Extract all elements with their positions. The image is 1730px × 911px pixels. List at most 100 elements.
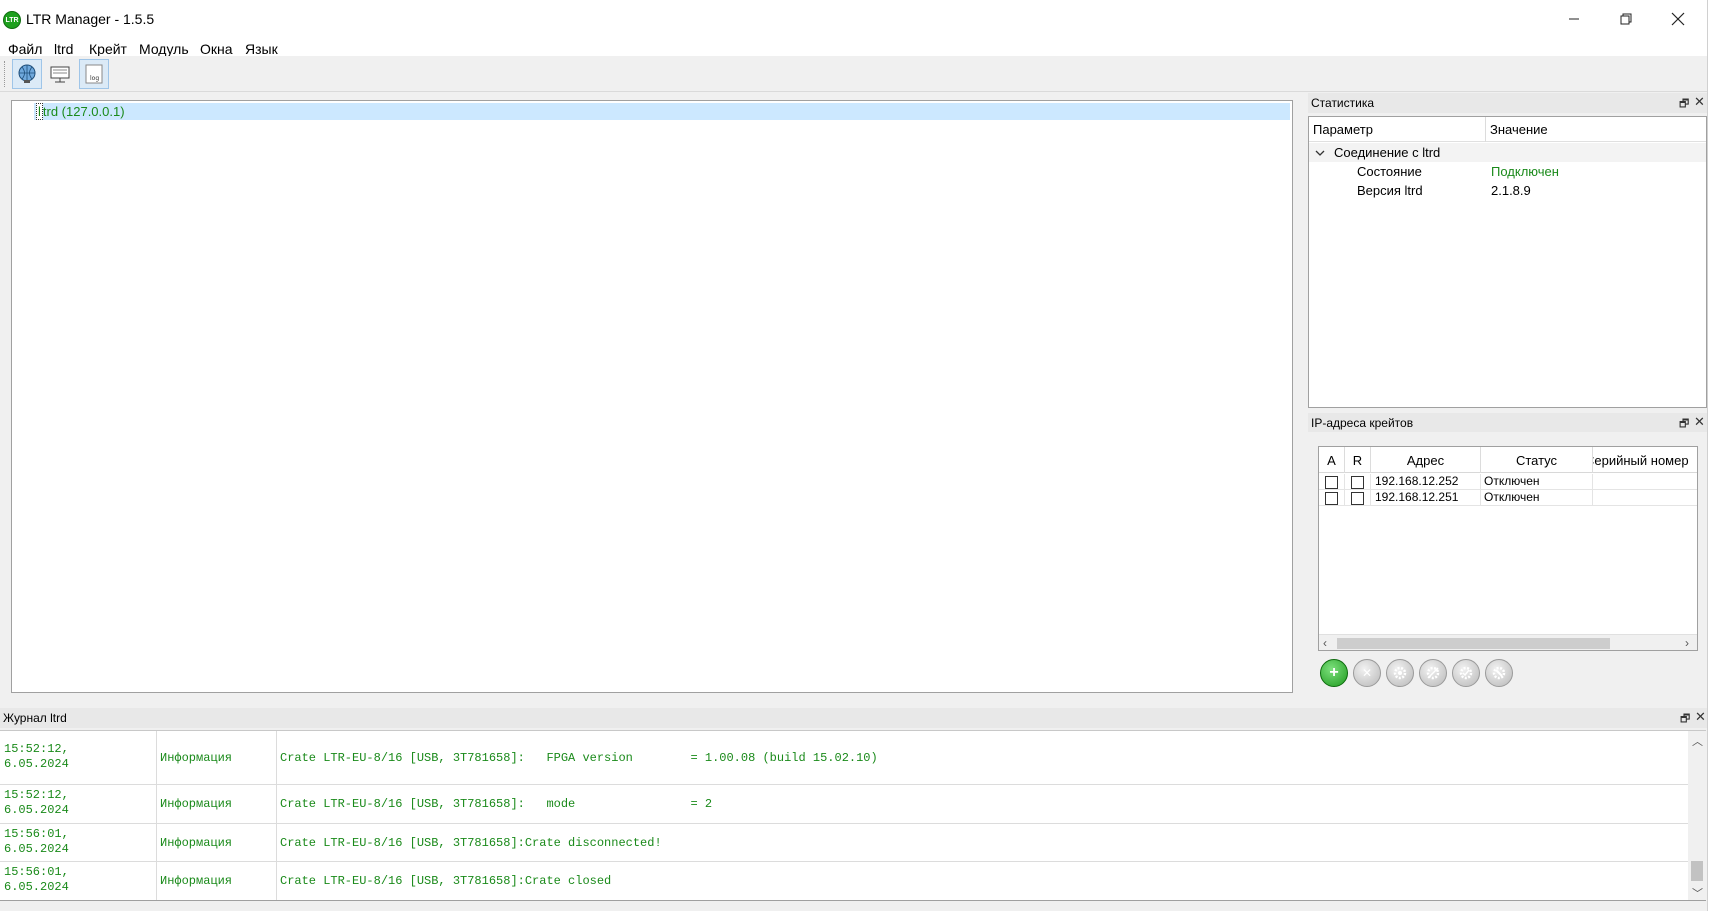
log-title: Журнал ltrd xyxy=(3,711,67,725)
tree-item-ltrd[interactable]: l trd (127.0.0.1) xyxy=(34,103,1290,120)
col-address[interactable]: Адрес xyxy=(1371,447,1481,473)
minimize-icon xyxy=(1569,18,1579,20)
log-time: 15:56:01, 6.05.2024 xyxy=(4,827,69,856)
ltrd-tree-panel[interactable]: l trd (127.0.0.1) xyxy=(11,100,1293,693)
dock-close-icon[interactable]: ✕ xyxy=(1695,709,1706,725)
crates-view-button[interactable] xyxy=(45,59,75,89)
col-status[interactable]: Статус xyxy=(1481,447,1593,473)
auto-checkbox[interactable] xyxy=(1325,476,1338,489)
scrollbar-thumb[interactable] xyxy=(1691,861,1703,881)
connect-crate-button[interactable] xyxy=(1386,659,1414,687)
menu-file[interactable]: Файл xyxy=(8,41,42,57)
scrollbar-thumb[interactable] xyxy=(1337,638,1610,649)
menu-language[interactable]: Язык xyxy=(245,41,278,57)
remove-icon: ✕ xyxy=(1361,666,1373,680)
col-auto[interactable]: A xyxy=(1319,447,1345,473)
ip-title: IP-адреса крейтов xyxy=(1311,416,1414,430)
stats-param: Версия ltrd xyxy=(1357,183,1423,198)
col-value[interactable]: Значение xyxy=(1490,122,1548,137)
ip-table-header: A R Адрес Статус Серийный номер xyxy=(1319,447,1697,473)
gear-wrench-icon xyxy=(1492,666,1506,680)
desktop-edge xyxy=(1708,0,1730,911)
plus-icon: + xyxy=(1329,664,1339,681)
title-bar: LTR LTR Manager - 1.5.5 xyxy=(0,0,1707,38)
ip-dock-title: IP-адреса крейтов 🗗 ✕ xyxy=(1308,413,1707,433)
gear-link-icon xyxy=(1426,666,1440,680)
log-level: Информация xyxy=(160,874,233,888)
close-button[interactable] xyxy=(1652,0,1704,38)
ip-panel: A R Адрес Статус Серийный номер 192.168.… xyxy=(1308,432,1707,697)
stats-group-label: Соединение с ltrd xyxy=(1334,145,1441,160)
ip-status: Отключен xyxy=(1481,490,1593,506)
maximize-button[interactable] xyxy=(1600,0,1652,38)
app-window: LTR LTR Manager - 1.5.5 Файл ltrd Крейт … xyxy=(0,0,1708,911)
gear-icon xyxy=(1393,666,1407,680)
ip-address: 192.168.12.252 xyxy=(1371,474,1481,490)
ip-row[interactable]: 192.168.12.251 Отключен xyxy=(1319,490,1697,506)
auto-checkbox[interactable] xyxy=(1325,492,1338,505)
menu-windows[interactable]: Окна xyxy=(200,41,233,57)
log-time: 15:52:12, 6.05.2024 xyxy=(4,742,69,771)
status-bar xyxy=(0,901,1707,911)
dock-close-icon[interactable]: ✕ xyxy=(1694,94,1705,110)
log-row[interactable]: 15:52:12, 6.05.2024 Информация Crate LTR… xyxy=(0,785,1688,824)
stats-title: Статистика xyxy=(1311,96,1375,110)
gear-check-icon xyxy=(1459,666,1473,680)
svg-text:log: log xyxy=(90,75,99,82)
ltrd-version: 2.1.8.9 xyxy=(1491,183,1531,198)
window-title: LTR Manager - 1.5.5 xyxy=(26,11,155,27)
minimize-button[interactable] xyxy=(1548,0,1600,38)
log-row[interactable]: 15:56:01, 6.05.2024 Информация Crate LTR… xyxy=(0,824,1688,862)
stats-group-connection[interactable]: Соединение с ltrd xyxy=(1309,143,1706,162)
float-icon[interactable]: 🗗 xyxy=(1679,95,1689,114)
log-message: Crate LTR-EU-8/16 [USB, 3T781658]:Crate … xyxy=(280,836,662,850)
log-panel[interactable]: 15:52:12, 6.05.2024 Информация Crate LTR… xyxy=(0,730,1706,901)
log-time: 15:56:01, 6.05.2024 xyxy=(4,865,69,894)
toolbar-grip[interactable] xyxy=(4,61,7,87)
ip-row[interactable]: 192.168.12.252 Отключен xyxy=(1319,474,1697,490)
chevron-down-icon[interactable] xyxy=(1314,147,1326,159)
dock-close-icon[interactable]: ✕ xyxy=(1694,414,1705,430)
col-param[interactable]: Параметр xyxy=(1313,122,1373,137)
log-row[interactable]: 15:56:01, 6.05.2024 Информация Crate LTR… xyxy=(0,862,1688,900)
menu-ltrd[interactable]: ltrd xyxy=(54,41,73,57)
log-message: Crate LTR-EU-8/16 [USB, 3T781658]: FPGA … xyxy=(280,751,878,765)
log-level: Информация xyxy=(160,797,233,811)
stats-header: Параметр Значение xyxy=(1309,117,1706,142)
menu-crate[interactable]: Крейт xyxy=(89,41,127,57)
stats-row: Состояние Подключен xyxy=(1309,162,1706,181)
log-dock-title: Журнал ltrd 🗗 ✕ xyxy=(0,708,1707,729)
add-ip-button[interactable]: + xyxy=(1320,659,1348,687)
vertical-scrollbar[interactable]: ︿ ﹀ xyxy=(1688,731,1706,900)
log-row[interactable]: 15:52:12, 6.05.2024 Информация Crate LTR… xyxy=(0,731,1688,785)
reconnect-checkbox[interactable] xyxy=(1351,476,1364,489)
settings-crate-button[interactable] xyxy=(1485,659,1513,687)
log-message: Crate LTR-EU-8/16 [USB, 3T781658]:Crate … xyxy=(280,874,612,888)
scroll-right-icon[interactable]: › xyxy=(1685,636,1689,650)
connect-button[interactable] xyxy=(12,59,42,89)
reconnect-checkbox[interactable] xyxy=(1351,492,1364,505)
scroll-left-icon[interactable]: ‹ xyxy=(1323,636,1327,650)
remove-ip-button[interactable]: ✕ xyxy=(1353,659,1381,687)
horizontal-scrollbar[interactable]: ‹ › xyxy=(1319,634,1697,650)
ip-serial xyxy=(1593,474,1697,490)
stats-dock-title: Статистика 🗗 ✕ xyxy=(1308,93,1707,113)
disconnect-crate-button[interactable] xyxy=(1419,659,1447,687)
log-message: Crate LTR-EU-8/16 [USB, 3T781658]: mode … xyxy=(280,797,713,811)
log-level: Информация xyxy=(160,751,233,765)
scroll-down-icon[interactable]: ﹀ xyxy=(1692,885,1703,900)
restore-icon xyxy=(1620,13,1632,25)
toolbar: log xyxy=(0,56,1707,92)
ip-serial xyxy=(1593,490,1697,506)
menu-module[interactable]: Модуль xyxy=(139,41,189,57)
ip-status: Отключен xyxy=(1481,474,1593,490)
float-icon[interactable]: 🗗 xyxy=(1680,710,1690,729)
scroll-up-icon[interactable]: ︿ xyxy=(1692,733,1703,749)
ip-address: 192.168.12.251 xyxy=(1371,490,1481,506)
col-reconnect[interactable]: R xyxy=(1345,447,1371,473)
col-serial[interactable]: Серийный номер xyxy=(1593,447,1697,473)
log-time: 15:52:12, 6.05.2024 xyxy=(4,788,69,817)
check-crate-button[interactable] xyxy=(1452,659,1480,687)
ip-table[interactable]: A R Адрес Статус Серийный номер 192.168.… xyxy=(1318,446,1698,651)
log-view-button[interactable]: log xyxy=(79,59,109,89)
